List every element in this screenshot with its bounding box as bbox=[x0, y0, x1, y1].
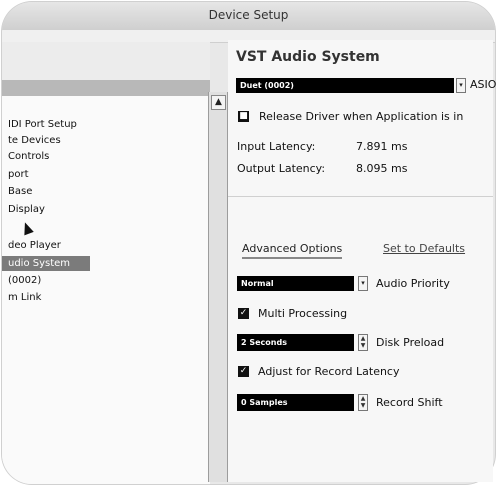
tree-item-display[interactable]: Display bbox=[2, 202, 210, 217]
device-list-scrollbar[interactable]: ▲ bbox=[208, 92, 228, 482]
device-list-header bbox=[2, 80, 210, 97]
disk-preload-label: Disk Preload bbox=[376, 336, 445, 349]
device-list-pane: IDI Port Setup te Devices Controls port … bbox=[2, 42, 210, 484]
asio-driver-label: ASIO bbox=[470, 78, 497, 91]
tab-advanced-options[interactable]: Advanced Options bbox=[242, 242, 343, 259]
chevron-down-icon[interactable]: ▾ bbox=[358, 276, 368, 291]
adjust-record-latency-label: Adjust for Record Latency bbox=[258, 365, 400, 378]
record-shift-label: Record Shift bbox=[376, 396, 443, 409]
disk-preload-spinbox[interactable]: 2 Seconds bbox=[237, 334, 354, 351]
tree-item-vst-audio-system[interactable]: udio System bbox=[2, 256, 90, 271]
tree-item-duet[interactable]: (0002) bbox=[2, 273, 210, 288]
adjust-record-latency-checkbox[interactable]: ✓ bbox=[238, 366, 249, 377]
title-bar[interactable]: Device Setup bbox=[2, 2, 495, 31]
tree-item-midi-port-setup[interactable]: IDI Port Setup bbox=[2, 117, 210, 132]
audio-priority-select[interactable]: Normal bbox=[237, 276, 354, 291]
section-divider bbox=[228, 196, 493, 197]
audio-priority-label: Audio Priority bbox=[376, 277, 450, 290]
scroll-up-arrow-icon[interactable]: ▲ bbox=[211, 95, 226, 110]
output-latency-value: 8.095 ms bbox=[356, 162, 408, 175]
release-driver-checkbox[interactable]: ■ bbox=[238, 111, 249, 122]
tree-item-controls[interactable]: Controls bbox=[2, 149, 210, 164]
release-driver-label: Release Driver when Application is in bbox=[259, 110, 464, 123]
multi-processing-label: Multi Processing bbox=[258, 307, 348, 320]
multi-processing-checkbox[interactable]: ✓ bbox=[238, 308, 249, 319]
stepper-arrows-icon[interactable]: ▲ ▼ bbox=[358, 394, 368, 411]
stepper-arrows-icon[interactable]: ▲ ▼ bbox=[358, 334, 368, 351]
settings-pane bbox=[228, 40, 493, 482]
set-to-defaults-link[interactable]: Set to Defaults bbox=[383, 242, 465, 255]
page-title: VST Audio System bbox=[236, 49, 380, 65]
window-title: Device Setup bbox=[208, 8, 289, 22]
tree-item-system-link[interactable]: m Link bbox=[2, 290, 210, 305]
tree-item-video-player[interactable]: deo Player bbox=[2, 238, 210, 253]
device-list-toolbar bbox=[2, 42, 210, 81]
tree-item-base[interactable]: Base bbox=[2, 184, 210, 199]
chevron-down-icon[interactable]: ▾ bbox=[456, 78, 466, 93]
output-latency-label: Output Latency: bbox=[237, 162, 326, 175]
input-latency-label: Input Latency: bbox=[237, 140, 316, 153]
asio-driver-select[interactable]: Duet (0002) bbox=[236, 78, 454, 93]
input-latency-value: 7.891 ms bbox=[356, 140, 408, 153]
tree-item-port[interactable]: port bbox=[2, 167, 210, 182]
record-shift-spinbox[interactable]: 0 Samples bbox=[237, 394, 354, 411]
device-tree: IDI Port Setup te Devices Controls port … bbox=[2, 96, 210, 484]
tree-item-remote-devices[interactable]: te Devices bbox=[2, 133, 210, 148]
